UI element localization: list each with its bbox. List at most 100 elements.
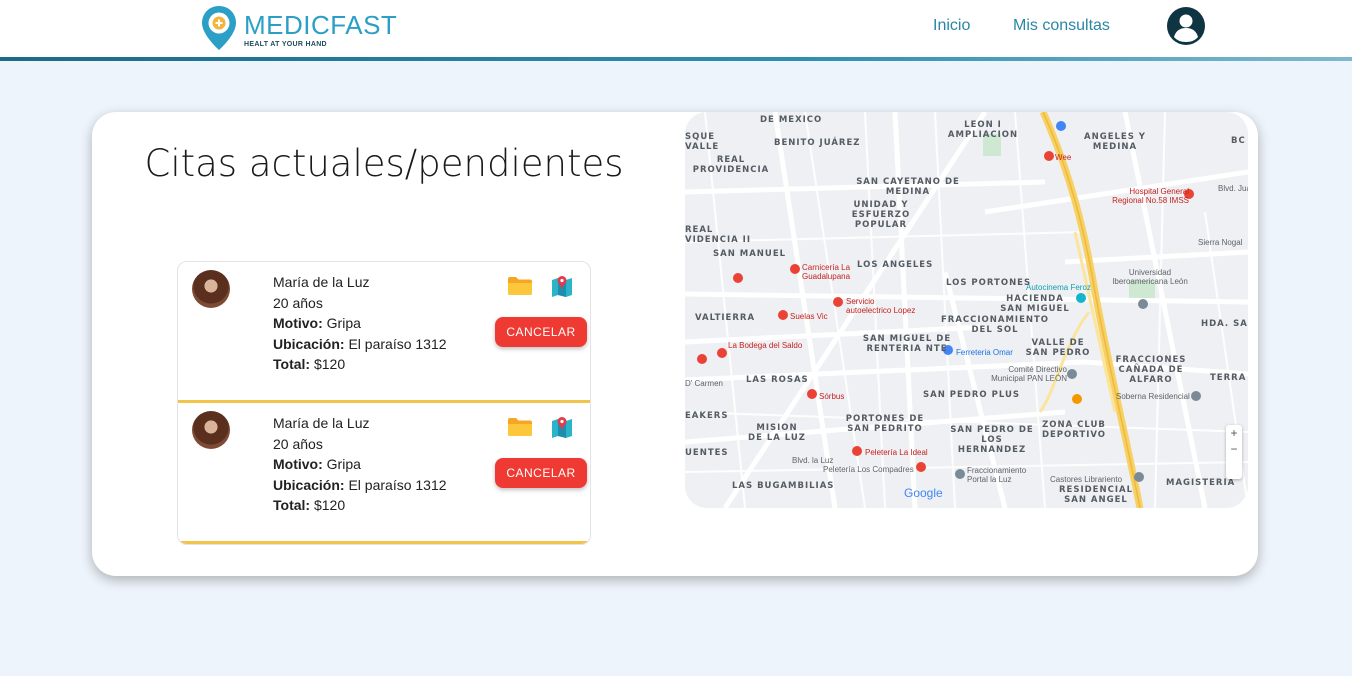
map-area-label: REAL PROVIDENCIA bbox=[692, 155, 770, 175]
page-title: Citas actuales/pendientes bbox=[144, 142, 624, 185]
map-poi-label[interactable]: Sórbus bbox=[819, 392, 844, 401]
map-poi-label[interactable]: Soberna Residencial bbox=[1116, 392, 1190, 401]
total-row: Total: $120 bbox=[273, 354, 447, 375]
map-poi-label[interactable]: Peletería Los Compadres bbox=[823, 465, 914, 474]
map-area-label: RESIDENCIAL SAN ANGEL bbox=[1058, 485, 1133, 505]
map-poi-label[interactable]: La Bodega del Saldo bbox=[728, 341, 802, 350]
map-area-label: SAN PEDRO DE LOS HERNANDEZ bbox=[950, 425, 1034, 455]
location-row: Ubicación: El paraíso 1312 bbox=[273, 475, 447, 496]
location-value: El paraíso 1312 bbox=[348, 335, 447, 352]
location-value: El paraíso 1312 bbox=[348, 476, 447, 493]
map-poi-label[interactable]: Servicio autoelectrico Lopez bbox=[846, 297, 916, 315]
reason-row: Motivo: Gripa bbox=[273, 313, 447, 334]
map-area-label: LAS BUGAMBILIAS bbox=[732, 481, 835, 491]
patient-age: 20 años bbox=[273, 435, 323, 452]
user-profile-icon[interactable] bbox=[1166, 6, 1206, 46]
map-area-label: ZONA CLUB DEPORTIVO bbox=[1041, 420, 1107, 440]
map-area-label: DE MEXICO bbox=[760, 115, 823, 125]
top-navbar: MEDICFAST HEALT AT YOUR HAND Inicio Mis … bbox=[0, 0, 1352, 58]
map-area-label: VALLE DE SAN PEDRO bbox=[1025, 338, 1091, 358]
map-area-label: SAN MANUEL bbox=[713, 249, 787, 259]
map-poi-label: Sierra Nogal bbox=[1198, 238, 1243, 247]
total-value: $120 bbox=[313, 356, 346, 372]
map-poi-label[interactable]: Autocinema Feroz bbox=[1026, 283, 1091, 292]
map-area-label: UNIDAD Y ESFUERZO POPULAR bbox=[851, 200, 911, 230]
map-poi-label[interactable]: Fraccionamiento Portal la Luz bbox=[967, 466, 1047, 484]
cancel-button[interactable]: CANCELAR bbox=[495, 317, 587, 347]
brand-tagline: HEALT AT YOUR HAND bbox=[244, 41, 327, 48]
map-poi-label[interactable]: Ferreteria Omar bbox=[956, 348, 1013, 357]
appointments-list: María de la Luz 20 años Motivo: Gripa Ub… bbox=[177, 261, 591, 545]
map-area-label: HACIENDA SAN MIGUEL bbox=[1000, 294, 1070, 314]
map-area-label: SAN CAYETANO DE MEDINA bbox=[856, 177, 960, 197]
map-poi-label: Blvd. la Luz bbox=[792, 456, 834, 465]
map-area-label: BC bbox=[1231, 136, 1246, 146]
reason-label: Motivo: bbox=[273, 315, 323, 331]
patient-name: María de la Luz bbox=[273, 274, 370, 290]
reason-row: Motivo: Gripa bbox=[273, 454, 447, 475]
map-area-label: LOS PORTONES bbox=[946, 278, 1032, 288]
embedded-map[interactable]: DE MEXICO BENITO JUÁREZ LEON I AMPLIACIO… bbox=[685, 112, 1248, 508]
reason-label: Motivo: bbox=[273, 456, 323, 472]
location-label: Ubicación: bbox=[273, 476, 345, 493]
patient-avatar bbox=[192, 270, 230, 308]
map-area-label: LOS ANGELES bbox=[857, 260, 934, 270]
map-poi-label: D' Carmen bbox=[685, 379, 723, 388]
map-area-label: TERRA bbox=[1210, 373, 1247, 383]
map-area-label: SAN MIGUEL DE RENTERIA NTE bbox=[862, 334, 952, 354]
appointment-item: María de la Luz 20 años Motivo: Gripa Ub… bbox=[178, 262, 590, 403]
total-label: Total: bbox=[273, 356, 311, 372]
appointment-details: María de la Luz 20 años Motivo: Gripa Ub… bbox=[273, 413, 447, 516]
map-area-label: UENTES bbox=[685, 448, 729, 458]
header-divider bbox=[0, 57, 1352, 61]
reason-value: Gripa bbox=[326, 456, 361, 472]
location-pin-logo-icon bbox=[202, 6, 236, 50]
map-area-label: LEON I AMPLIACION bbox=[947, 120, 1019, 140]
map-poi-label[interactable]: Wee bbox=[1055, 153, 1071, 162]
cancel-button[interactable]: CANCELAR bbox=[495, 458, 587, 488]
folder-icon[interactable] bbox=[507, 417, 533, 437]
map-area-label: SAN PEDRO PLUS bbox=[923, 390, 1020, 400]
map-pin-icon[interactable] bbox=[551, 274, 573, 298]
total-label: Total: bbox=[273, 497, 311, 513]
location-row: Ubicación: El paraíso 1312 bbox=[273, 334, 447, 355]
patient-avatar bbox=[192, 411, 230, 449]
zoom-out-button[interactable]: − bbox=[1226, 441, 1242, 457]
zoom-in-button[interactable]: + bbox=[1226, 425, 1242, 441]
brand-name: MEDICFAST bbox=[244, 10, 398, 40]
patient-age: 20 años bbox=[273, 294, 323, 311]
map-area-label: EAKERS bbox=[685, 411, 729, 421]
map-poi-label: Blvd. Juan bbox=[1218, 184, 1248, 193]
nav-link-mis-consultas[interactable]: Mis consultas bbox=[1013, 17, 1110, 35]
map-area-label: VALTIERRA bbox=[695, 313, 756, 323]
map-poi-label[interactable]: Castores Librariento bbox=[1050, 475, 1122, 484]
map-poi-label[interactable]: Universidad Iberoamericana León bbox=[1110, 268, 1190, 286]
nav-link-inicio[interactable]: Inicio bbox=[933, 17, 970, 35]
appointment-details: María de la Luz 20 años Motivo: Gripa Ub… bbox=[273, 272, 447, 375]
map-area-label: BENITO JUÁREZ bbox=[774, 138, 861, 148]
map-area-label: PORTONES DE SAN PEDRITO bbox=[845, 414, 925, 434]
map-poi-label[interactable]: Suelas Vic bbox=[790, 312, 828, 321]
map-area-label: HDA. SAN bbox=[1201, 319, 1248, 329]
reason-value: Gripa bbox=[326, 315, 361, 331]
map-area-label: ANGELES Y MEDINA bbox=[1084, 132, 1146, 152]
google-logo: Google bbox=[904, 486, 943, 500]
total-row: Total: $120 bbox=[273, 495, 447, 516]
map-poi-label[interactable]: Carnicería La Guadalupana bbox=[802, 263, 858, 281]
map-poi-label[interactable]: Hospital General Regional No.58 IMSS bbox=[1103, 187, 1189, 205]
map-area-label: MAGISTERIA bbox=[1166, 478, 1236, 488]
patient-name: María de la Luz bbox=[273, 415, 370, 431]
folder-icon[interactable] bbox=[507, 276, 533, 296]
map-zoom-controls[interactable]: + − bbox=[1226, 425, 1242, 479]
total-value: $120 bbox=[313, 497, 346, 513]
map-poi-label[interactable]: Comité Directivo Municipal PAN LEÓN bbox=[983, 365, 1067, 383]
map-area-label: FRACCIONES CAÑADA DE ALFARO bbox=[1115, 355, 1187, 385]
location-label: Ubicación: bbox=[273, 335, 345, 352]
brand-logo[interactable]: MEDICFAST HEALT AT YOUR HAND bbox=[200, 5, 400, 53]
map-pin-icon[interactable] bbox=[551, 415, 573, 439]
map-area-label: FRACCIONAMIENTO DEL SOL bbox=[940, 315, 1050, 335]
map-area-label: MISION DE LA LUZ bbox=[748, 423, 806, 443]
map-area-label: SQUE VALLE bbox=[685, 132, 720, 152]
map-poi-label[interactable]: Peletería La Ideal bbox=[865, 448, 928, 457]
map-area-label: LAS ROSAS bbox=[746, 375, 809, 385]
